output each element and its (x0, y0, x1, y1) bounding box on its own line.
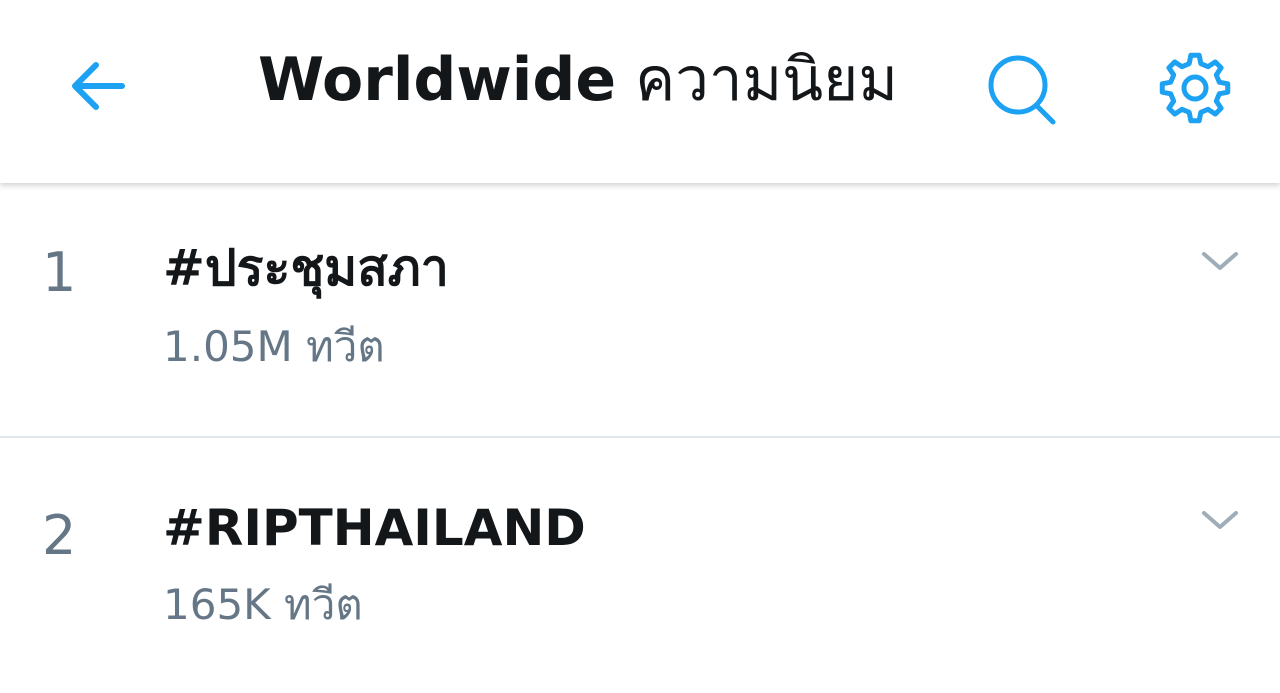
search-icon (988, 55, 1056, 125)
trend-tweet-count: 165K ทวีต (163, 580, 363, 629)
top-app-bar: Worldwide ความนิยม (0, 0, 1280, 183)
trend-item[interactable]: 2 #RIPTHAILAND 165K ทวีต (0, 438, 1280, 690)
gear-icon (1159, 52, 1231, 124)
settings-button[interactable] (1150, 46, 1240, 130)
trend-rank: 1 (42, 241, 77, 304)
page-title-label: ความนิยม (635, 45, 898, 115)
search-button[interactable] (978, 44, 1068, 134)
back-button[interactable] (58, 46, 138, 126)
trend-tweet-count: 1.05M ทวีต (163, 322, 385, 371)
trend-options-button[interactable] (1190, 500, 1250, 540)
page-title-location: Worldwide (258, 45, 617, 115)
trends-screen: Worldwide ความนิยม 1 #ประชุมสภา 1.05M ทว… (0, 0, 1280, 693)
arrow-left-icon (72, 62, 125, 110)
trend-name: #ประชุมสภา (163, 239, 449, 297)
chevron-down-icon (1202, 511, 1238, 529)
trend-list: 1 #ประชุมสภา 1.05M ทวีต 2 #RIPTHAILAND 1… (0, 183, 1280, 690)
trend-options-button[interactable] (1190, 241, 1250, 281)
trend-name: #RIPTHAILAND (163, 499, 586, 557)
chevron-down-icon (1202, 252, 1238, 270)
trend-rank: 2 (42, 504, 77, 567)
page-title: Worldwide ความนิยม (258, 40, 898, 120)
trend-item[interactable]: 1 #ประชุมสภา 1.05M ทวีต (0, 183, 1280, 438)
